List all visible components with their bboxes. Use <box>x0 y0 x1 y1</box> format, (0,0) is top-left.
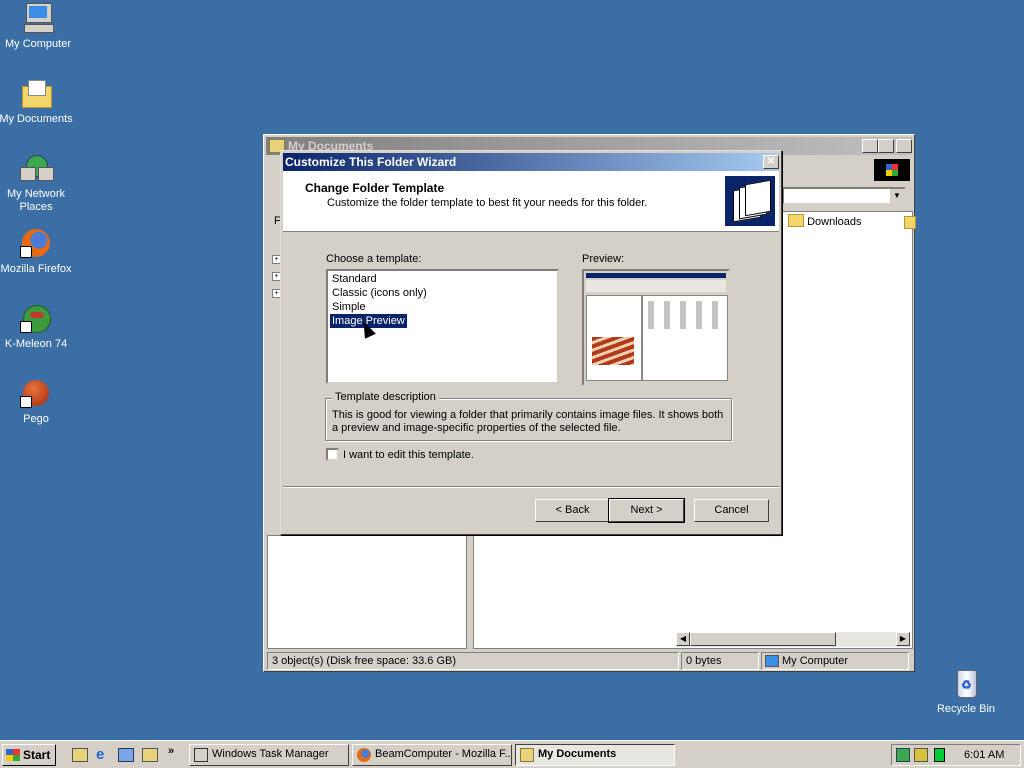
desktop-icon-my-network-places[interactable]: My Network Places <box>0 153 74 214</box>
computer-icon <box>22 3 54 35</box>
pego-icon: ↗ <box>20 378 52 410</box>
system-tray: 6:01 AM <box>891 744 1021 766</box>
tray-app-icon[interactable] <box>914 748 928 762</box>
k-meleon-icon: ↗ <box>20 303 52 335</box>
list-item[interactable]: Classic (icons only) <box>330 286 429 300</box>
wizard-title: Customize This Folder Wizard <box>285 155 457 169</box>
desktop-icon-label: My Documents <box>0 113 73 125</box>
folder-template-icon <box>725 176 775 226</box>
taskbar-item-firefox[interactable]: BeamComputer - Mozilla F... <box>352 744 512 766</box>
windows-logo-icon <box>6 749 20 761</box>
documents-folder-icon <box>20 78 52 110</box>
outlook-express-icon[interactable] <box>118 748 134 762</box>
performance-tray-icon[interactable] <box>934 748 945 762</box>
edit-template-checkbox[interactable] <box>326 448 339 461</box>
close-button[interactable]: ✕ <box>763 155 779 169</box>
folder-icon <box>788 214 804 227</box>
template-description-group: Template description This is good for vi… <box>325 391 732 441</box>
list-item[interactable]: Standard <box>330 272 379 286</box>
folder-icon <box>904 216 916 229</box>
description-label: Template description <box>332 391 439 403</box>
close-button[interactable]: ✕ <box>896 139 912 153</box>
recycle-bin-icon: ♻ <box>950 668 982 700</box>
chevron-down-icon[interactable]: ▼ <box>890 189 904 203</box>
horizontal-scrollbar[interactable]: ◀ ▶ <box>676 632 910 647</box>
template-preview-image <box>582 269 730 386</box>
wizard-header: Change Folder Template Customize the fol… <box>283 171 779 232</box>
computer-icon <box>765 655 779 667</box>
template-description: This is good for viewing a folder that p… <box>332 409 724 434</box>
start-button[interactable]: Start <box>2 744 56 766</box>
desktop-icon-mozilla-firefox[interactable]: ↗ Mozilla Firefox <box>0 228 74 276</box>
network-icon <box>20 153 54 185</box>
header-subtitle: Customize the folder template to best fi… <box>327 197 648 209</box>
desktop-icon-pego[interactable]: ↗ Pego <box>0 378 74 426</box>
task-manager-icon <box>194 748 208 762</box>
desktop-icon-label: Mozilla Firefox <box>0 263 72 275</box>
minimize-button[interactable]: _ <box>862 139 878 153</box>
preview-label: Preview: <box>582 253 625 265</box>
folder-icon <box>520 748 534 762</box>
folder-name: Downloads <box>807 216 862 228</box>
desktop-icon-label: Pego <box>23 413 49 425</box>
desktop-icon-label: My Computer <box>4 38 72 50</box>
windows-logo-icon <box>874 159 910 181</box>
divider <box>283 486 779 488</box>
desktop-icon-label: K-Meleon 74 <box>4 338 68 350</box>
next-button[interactable]: Next > <box>608 498 685 523</box>
choose-template-label: Choose a template: <box>326 253 422 265</box>
status-zone: My Computer <box>761 652 909 670</box>
internet-explorer-icon[interactable]: e <box>96 747 104 762</box>
show-desktop-icon[interactable] <box>72 748 88 762</box>
desktop-icon-k-meleon[interactable]: ↗ K-Meleon 74 <box>0 303 74 351</box>
cancel-button[interactable]: Cancel <box>694 499 769 522</box>
scroll-thumb[interactable] <box>690 632 836 646</box>
desktop-icon-my-computer[interactable]: My Computer <box>0 3 76 51</box>
clock: 6:01 AM <box>964 749 1005 761</box>
taskbar: Start e » Windows Task Manager BeamCompu… <box>0 740 1024 768</box>
address-combo[interactable]: ▼ <box>782 187 906 205</box>
customize-folder-wizard[interactable]: Customize This Folder Wizard ✕ Change Fo… <box>280 150 782 535</box>
edit-template-label[interactable]: I want to edit this template. <box>343 449 474 461</box>
firefox-icon: ↗ <box>20 228 52 260</box>
wizard-title-bar[interactable]: Customize This Folder Wizard ✕ <box>283 153 779 171</box>
list-item[interactable]: Downloads <box>788 214 861 228</box>
header-title: Change Folder Template <box>305 181 445 195</box>
quick-launch: e » <box>64 745 184 765</box>
scroll-right-button[interactable]: ▶ <box>896 632 910 646</box>
chevron-right-icon[interactable]: » <box>168 745 174 757</box>
desktop-icon-label: Recycle Bin <box>936 703 996 715</box>
scroll-left-button[interactable]: ◀ <box>676 632 690 646</box>
desktop-icon-label: My Network Places <box>6 188 66 213</box>
maximize-button[interactable]: □ <box>878 139 894 153</box>
status-objects: 3 object(s) (Disk free space: 33.6 GB) <box>267 652 679 670</box>
firefox-icon <box>357 748 371 762</box>
desktop-icon-recycle-bin[interactable]: ♻ Recycle Bin <box>928 668 1004 716</box>
folder-tree-pane[interactable] <box>267 535 467 649</box>
list-item[interactable]: Simple <box>330 300 368 314</box>
network-tray-icon[interactable] <box>896 748 910 762</box>
explorer-icon[interactable] <box>142 748 158 762</box>
status-size: 0 bytes <box>681 652 759 670</box>
back-button[interactable]: < Back <box>535 499 610 522</box>
taskbar-item-my-documents[interactable]: My Documents <box>515 744 675 766</box>
desktop-icon-my-documents[interactable]: My Documents <box>0 78 74 126</box>
taskbar-item-task-manager[interactable]: Windows Task Manager <box>189 744 349 766</box>
